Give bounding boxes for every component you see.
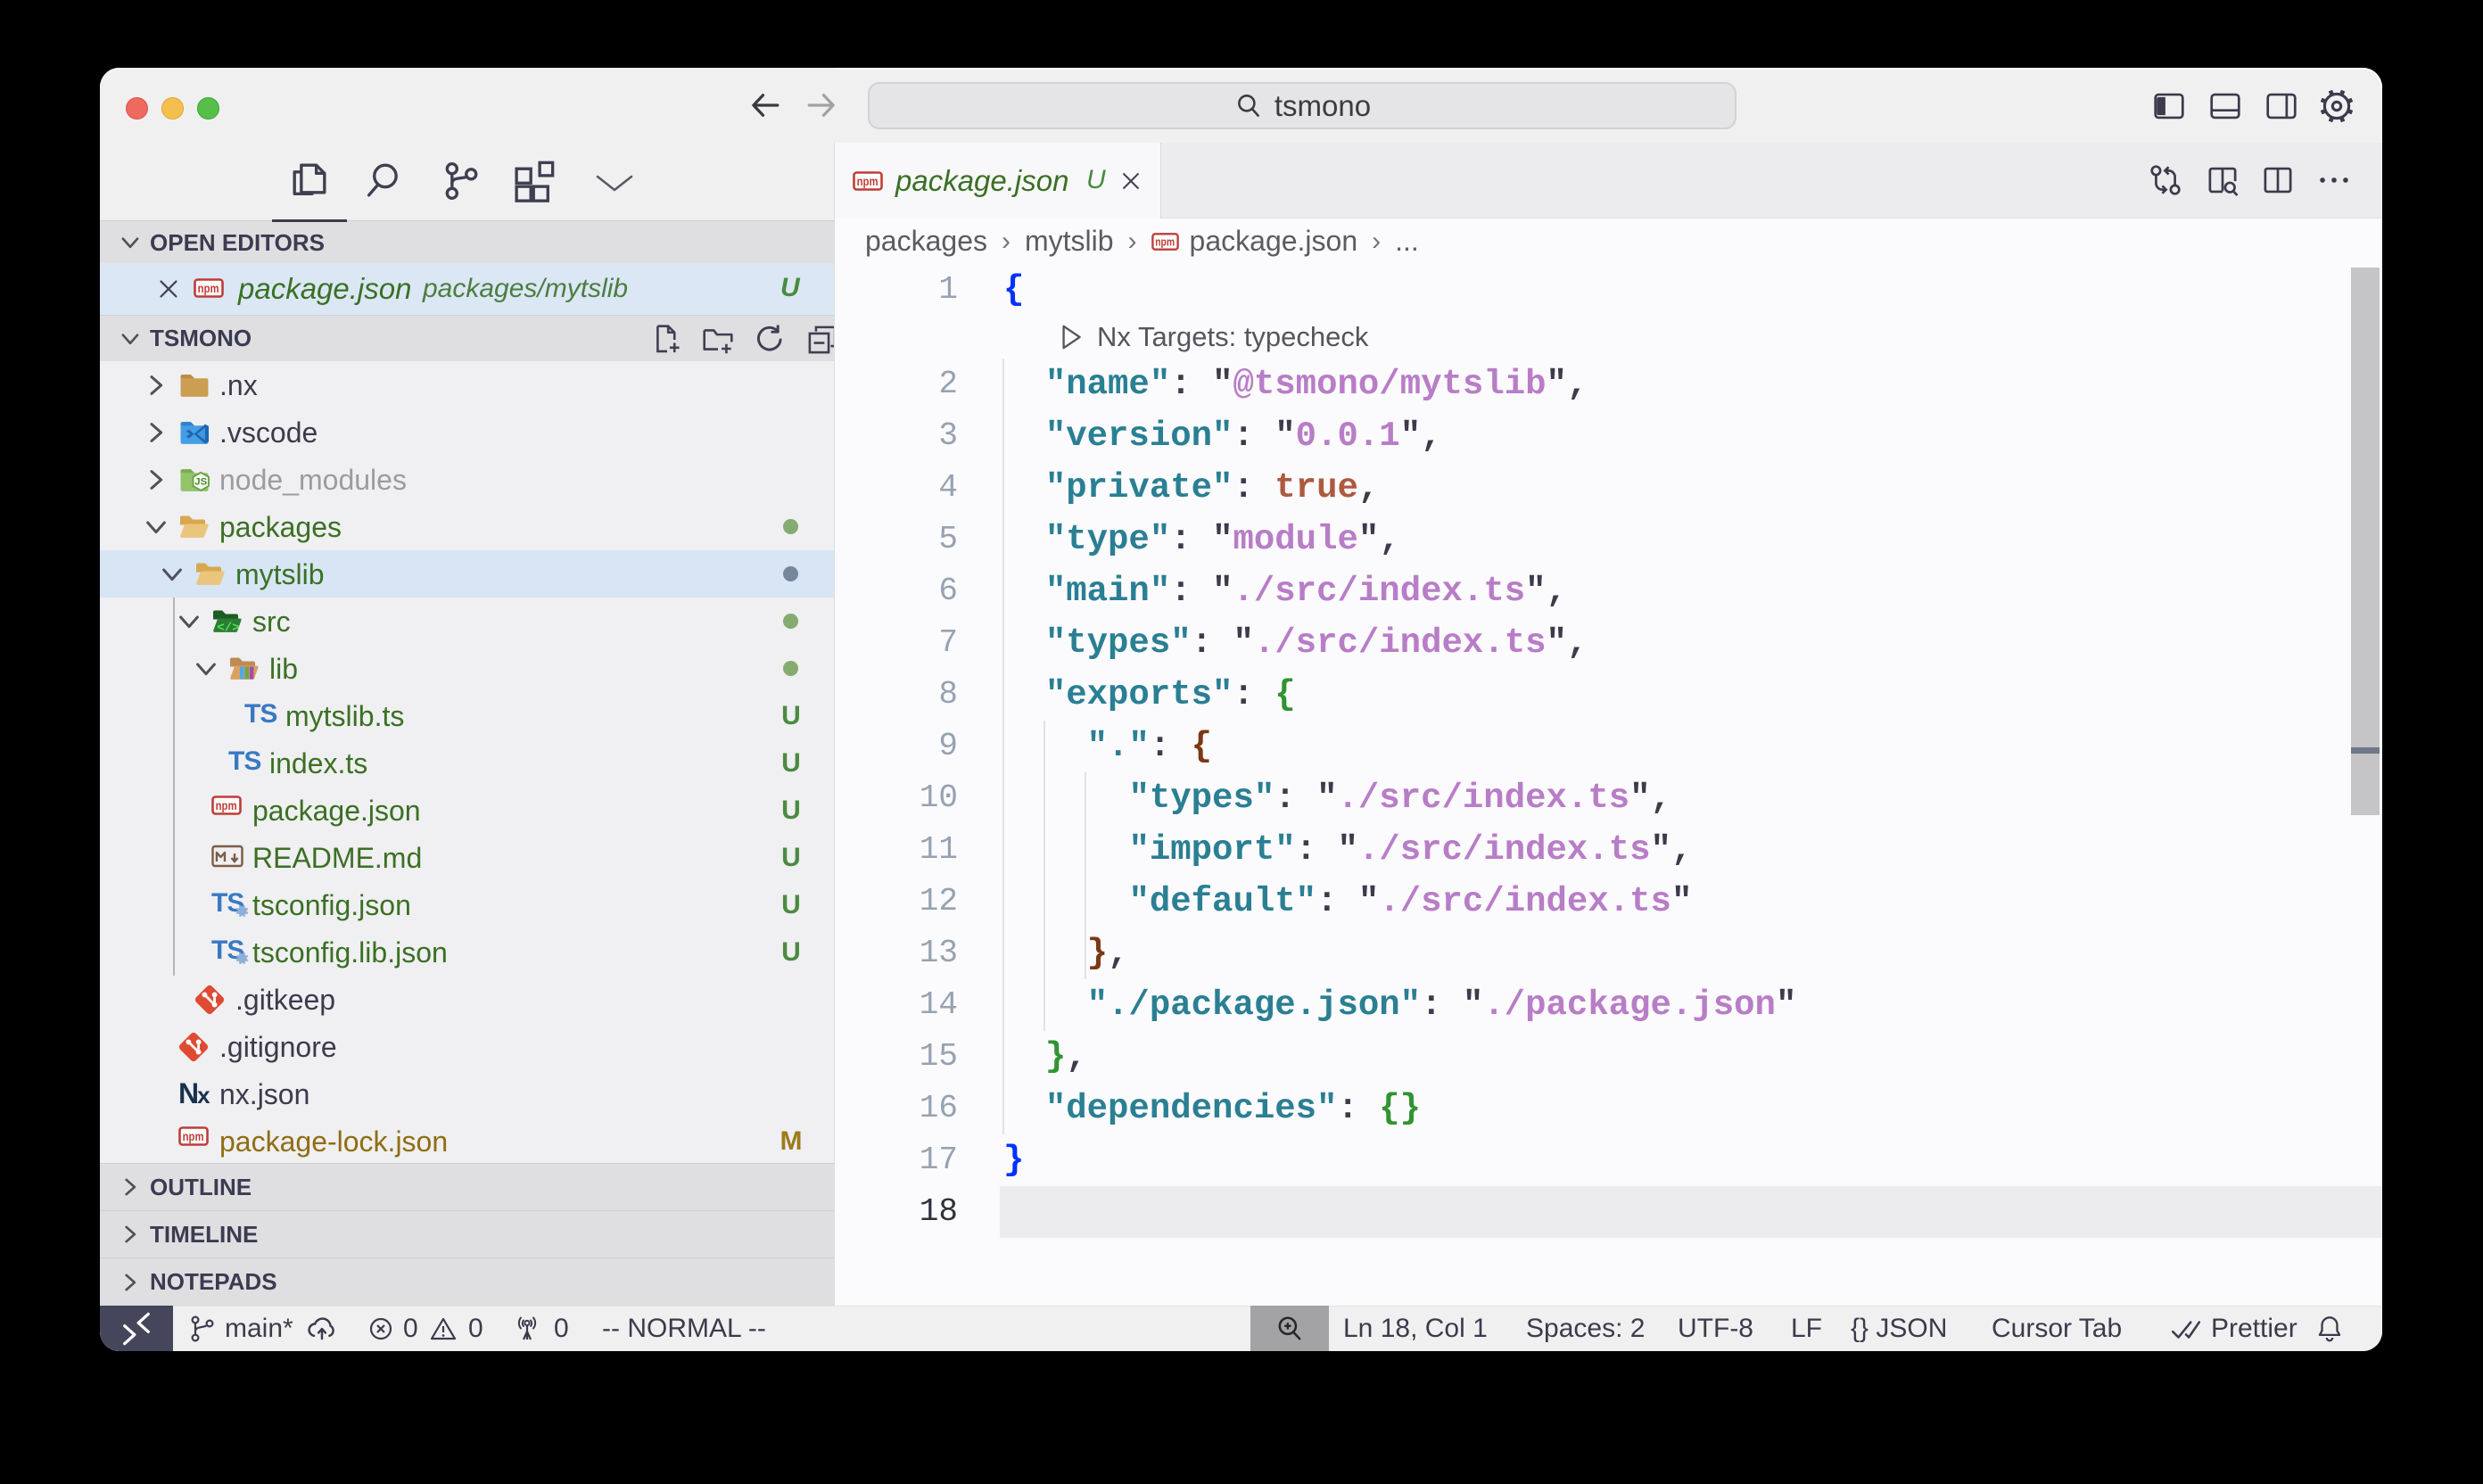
svg-text:npm: npm: [198, 281, 219, 295]
svg-text:JS: JS: [194, 477, 207, 488]
svg-text:</>: </>: [217, 622, 239, 636]
svg-text:npm: npm: [857, 174, 879, 188]
svg-text:npm: npm: [183, 1129, 204, 1143]
svg-text:npm: npm: [1155, 235, 1175, 248]
svg-text:npm: npm: [216, 798, 237, 812]
